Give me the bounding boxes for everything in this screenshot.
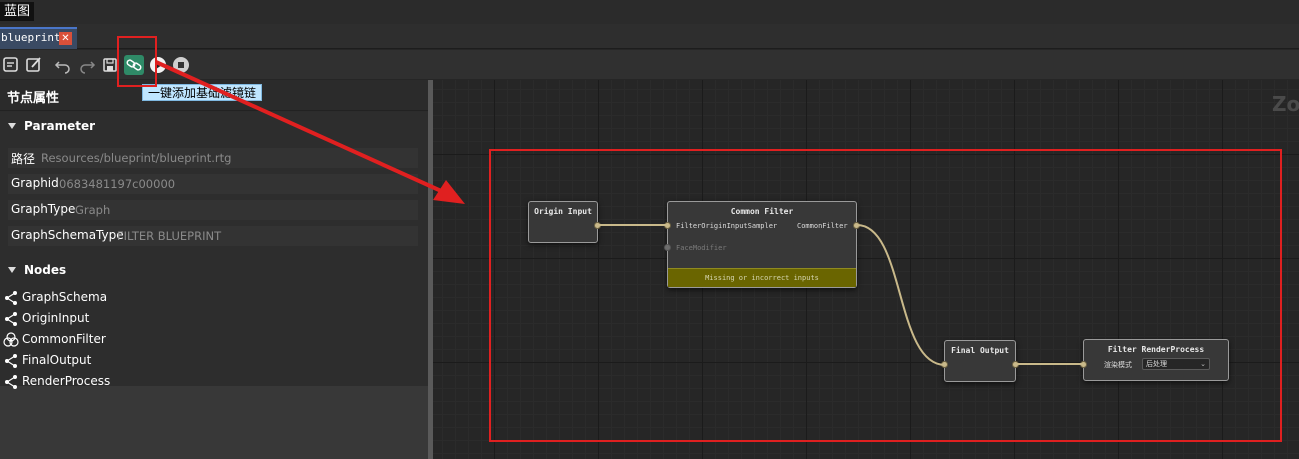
nodes-section-label: Nodes [24,263,67,277]
parameter-section-label: Parameter [24,119,96,133]
port-label: FaceModifier [676,244,727,252]
node-title: Common Filter [730,207,794,216]
blueprint-canvas[interactable]: Zo Origin Input Common Filter FilterOrig… [433,80,1299,459]
node-title: Filter RenderProcess [1107,345,1205,354]
input-port[interactable] [1080,361,1087,368]
tab-label: blueprint [1,31,61,44]
share-icon [3,311,19,327]
close-icon[interactable]: ✕ [59,32,72,45]
node-properties-panel: 节点属性 Parameter 路径 Resources/blueprint/bl… [0,80,428,459]
undo-icon[interactable] [53,55,73,75]
expand-arrow-icon [8,267,16,273]
input-port[interactable] [941,361,948,368]
panel-title: 节点属性 [7,91,60,106]
link-icon[interactable] [124,55,144,75]
tab-bar: blueprint ✕ [0,24,1299,49]
tooltip: 一键添加基础滤镜链 [142,84,263,101]
property-value[interactable]: Graph [75,203,110,217]
window-title: 蓝图 [0,2,35,21]
output-port[interactable] [1012,361,1019,368]
property-row-path: 路径 Resources/blueprint/blueprint.rtg [8,148,418,168]
port-label: FilterOriginInputSampler [676,222,778,230]
property-value[interactable]: FILTER BLUEPRINT [117,229,221,243]
property-key: GraphSchemaType [11,228,124,242]
edit-icon[interactable] [24,55,44,75]
field-label: 渲染模式 [1104,361,1132,369]
node-item-label: RenderProcess [22,374,111,388]
nodes-section: GraphSchema OriginInput CommonFilter Fin… [0,288,428,459]
parameter-section-header[interactable]: Parameter [8,119,95,133]
property-key: GraphType [11,202,76,216]
warning-bar: Missing or incorrect inputs [668,268,856,287]
port-label: CommonFilter [797,222,848,230]
play-icon[interactable] [148,55,168,75]
parameter-section: Parameter 路径 Resources/blueprint/bluepri… [0,112,428,288]
node-item-label: OriginInput [22,311,90,325]
property-value[interactable]: 0683481197c00000 [59,177,175,191]
node-title: Origin Input [534,207,592,216]
share-icon [3,290,19,306]
property-row-graphschematype: GraphSchemaType FILTER BLUEPRINT [8,226,418,246]
toolbar [0,50,1299,79]
node-item-label: CommonFilter [22,332,106,346]
node-item-label: GraphSchema [22,290,108,304]
select-value: 后处理 [1146,360,1167,368]
nodes-section-header[interactable]: Nodes [8,263,66,277]
graph-node-common-filter[interactable]: Common Filter FilterOriginInputSampler C… [664,201,860,288]
graph-node-origin-input[interactable]: Origin Input [528,201,601,243]
nodes-list: GraphSchema OriginInput CommonFilter Fin… [0,288,428,389]
title-bar: 蓝图 [0,0,1299,24]
save-icon[interactable] [100,55,120,75]
share-icon [3,374,19,390]
node-title: Final Output [951,346,1009,355]
input-port[interactable] [664,222,671,229]
notes-icon[interactable] [1,55,21,75]
node-item-label: FinalOutput [22,353,92,367]
redo-icon[interactable] [77,55,97,75]
property-key: Graphid [11,176,59,190]
property-row-graphtype: GraphType Graph [8,200,418,220]
graph-node-filter-renderprocess[interactable]: Filter RenderProcess 渲染模式 后处理 ⌄ [1080,339,1229,381]
share-icon [3,353,19,369]
stop-icon[interactable] [171,55,191,75]
property-value[interactable]: Resources/blueprint/blueprint.rtg [41,151,231,165]
output-port[interactable] [853,222,860,229]
render-mode-select[interactable]: 后处理 ⌄ [1142,358,1210,370]
zoom-label: Zo [1272,92,1299,116]
input-port[interactable] [664,244,671,251]
graph-node-final-output[interactable]: Final Output [941,340,1019,382]
output-port[interactable] [594,222,601,229]
chevron-down-icon: ⌄ [1200,360,1206,368]
property-row-graphid: Graphid 0683481197c00000 [8,174,418,194]
filter-icon [3,332,19,348]
tab-blueprint[interactable]: blueprint ✕ [0,27,77,49]
property-key: 路径 [11,152,36,166]
expand-arrow-icon [8,123,16,129]
